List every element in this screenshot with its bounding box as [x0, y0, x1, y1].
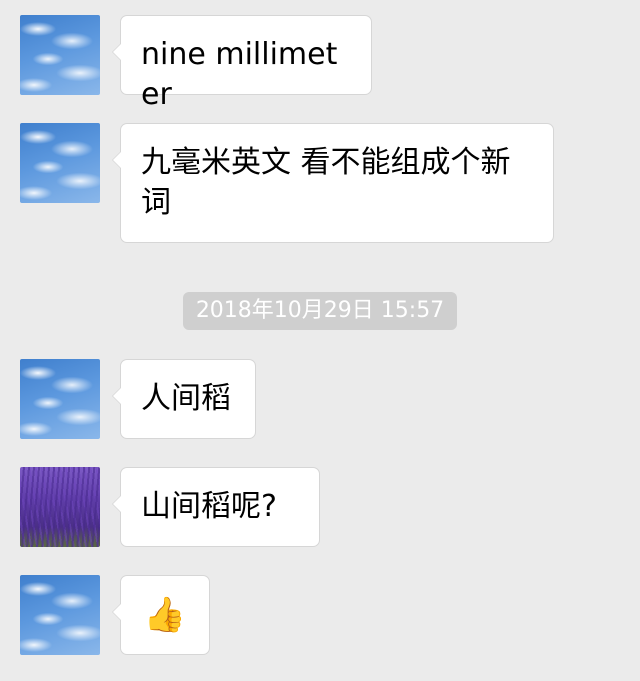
message-bubble[interactable]: 👍	[112, 575, 210, 655]
message-bubble[interactable]: nine millimeter	[112, 15, 372, 112]
avatar[interactable]	[20, 123, 100, 203]
avatar[interactable]	[20, 467, 100, 547]
message-text: nine millimeter	[141, 37, 338, 112]
avatar[interactable]	[20, 575, 100, 655]
message-text: 九毫米英文 看不能组成个新词	[141, 145, 511, 220]
thumbs-up-icon: 👍	[143, 595, 187, 635]
message-bubble[interactable]: 人间稻	[112, 359, 256, 439]
avatar[interactable]	[20, 359, 100, 439]
message-bubble[interactable]: 九毫米英文 看不能组成个新词	[112, 123, 554, 243]
avatar[interactable]	[20, 15, 100, 95]
timestamp-label: 2018年10月29日 15:57	[183, 292, 457, 330]
message-text: 人间稻	[141, 381, 231, 416]
message-text: 山间稻呢?	[141, 489, 277, 524]
message-bubble[interactable]: 山间稻呢?	[112, 467, 320, 547]
chat-history: nine millimeter 九毫米英文 看不能组成个新词 2018年10月2…	[0, 0, 640, 681]
